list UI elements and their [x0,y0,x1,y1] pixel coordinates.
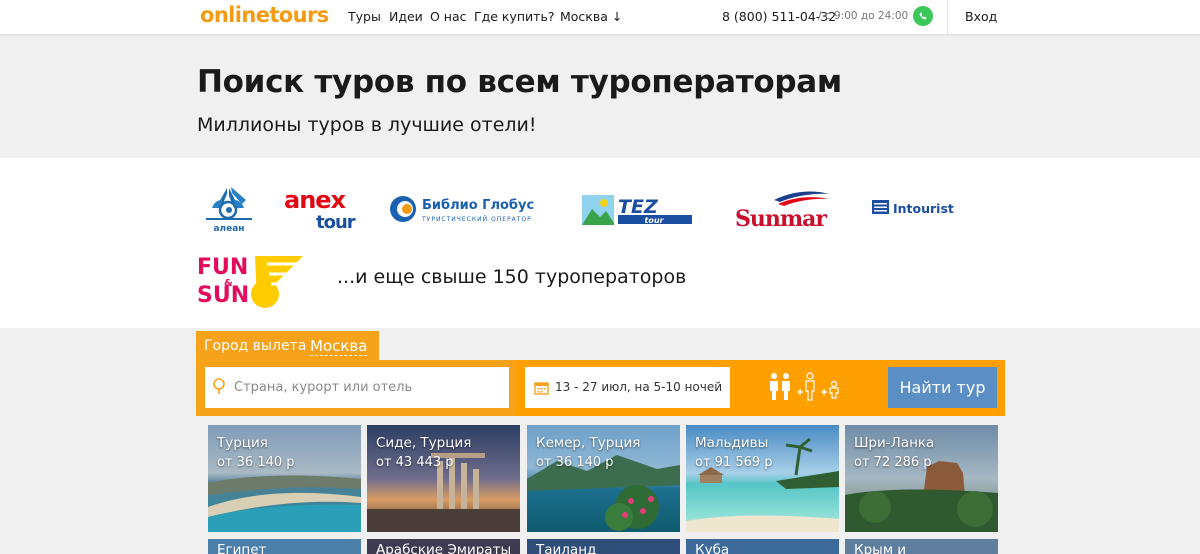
destination-price: от 36 140 р [536,455,614,470]
alean-logo-text: алеан [213,224,244,234]
destination-name: Турция [217,435,268,451]
destination-name: Арабские Эмираты [376,542,512,554]
destination-name: Таиланд [536,542,597,554]
operators-section: алеан anex tour Библио Глобус ТУРИСТИЧЕС… [0,158,1200,328]
destination-card-turkey[interactable]: Турция от 36 140 р [208,425,361,532]
destination-card-sri-lanka[interactable]: Шри-Ланка от 72 286 р [845,425,998,532]
biblio-globus-logo: Библио Глобус ТУРИСТИЧЕСКИЙ ОПЕРАТОР [390,196,534,223]
nav-tours[interactable]: Туры [348,9,381,24]
site-logo[interactable]: onlinetours [200,3,329,27]
nav-about[interactable]: О нас [430,9,467,24]
biblio-globus-text: Библио Глобус [422,198,534,213]
destination-card-side[interactable]: Сиде, Турция от 43 443 р [367,425,520,532]
travelers-icon[interactable] [766,372,846,402]
alean-logo: алеан [206,187,252,234]
sunmar-logo-text: Sunmar [735,206,827,232]
phone-hours: / с 9:00 до 24:00 [818,10,909,22]
nav-city-select[interactable]: Москва ↓ [560,9,622,24]
tez-logo-text: TEZ [618,196,659,218]
calendar-icon [534,382,549,395]
fun-and-sun-logo: FUN SUN & [197,255,303,308]
departure-city-label: Город вылета [204,338,307,354]
page-subtitle: Миллионы туров в лучшие отели! [197,114,537,136]
tez-tour-logo: TEZ tour [582,195,692,225]
destination-card-thailand[interactable]: Таиланд [527,539,680,554]
destination-card-kemer[interactable]: Кемер, Турция от 36 140 р [527,425,680,532]
whatsapp-icon[interactable] [913,6,933,26]
destination-price: от 36 140 р [217,455,295,470]
departure-city-select[interactable]: Москва [310,337,368,356]
destination-card-crimea[interactable]: Крым и [845,539,998,554]
destination-name: Шри-Ланка [854,435,935,451]
destinations-grid: Турция от 36 140 р Сиде, Турция от 43 44… [0,416,1200,554]
dates-picker[interactable]: 13 - 27 июл, на 5-10 ночей [525,367,730,408]
sunmar-logo: Sunmar [735,191,830,232]
destination-name: Сиде, Турция [376,435,472,451]
destination-name: Кемер, Турция [536,435,641,451]
top-header: onlinetours Туры Идеи О нас Где купить? … [0,0,1200,34]
hero-section: Поиск туров по всем туроператорам Миллио… [0,34,1200,158]
dates-value: 13 - 27 июл, на 5-10 ночей [555,380,723,394]
search-section: Город вылета Москва 13 - 27 июл, на 5-10… [0,328,1200,416]
destination-price: от 43 443 р [376,455,454,470]
destination-name: Куба [695,542,730,554]
find-tour-button[interactable]: Найти тур [888,367,997,408]
more-operators-text: ...и еще свыше 150 туроператоров [337,266,687,288]
fun-logo-text: FUN [197,255,248,280]
destination-card-cuba[interactable]: Куба [686,539,839,554]
ampersand-text: & [224,278,233,289]
destination-name: Египет [217,542,267,554]
intourist-logo: Intourist [872,200,954,216]
destination-card-uae[interactable]: Арабские Эмираты [367,539,520,554]
location-pin-icon [213,378,225,394]
anex-tour-logo: anex tour [284,186,357,232]
tez-tour-text: tour [645,216,665,225]
page-title: Поиск туров по всем туроператорам [197,64,842,100]
biblio-globus-tagline: ТУРИСТИЧЕСКИЙ ОПЕРАТОР [421,216,532,223]
nav-where-to-buy[interactable]: Где купить? [474,9,554,24]
destination-price: от 91 569 р [695,455,773,470]
destination-card-egypt[interactable]: Египет [208,539,361,554]
destination-name: Крым и [854,542,907,554]
destination-price: от 72 286 р [854,455,932,470]
nav-ideas[interactable]: Идеи [389,9,423,24]
anex-logo-text: anex [284,186,347,214]
intourist-logo-text: Intourist [893,201,954,216]
destination-name: Мальдивы [695,435,769,451]
header-divider [947,0,948,34]
anex-tour-text: tour [316,212,356,232]
departure-city-tab: Город вылета Москва [196,331,379,363]
search-bar: 13 - 27 июл, на 5-10 ночей Найти тур [196,360,1005,416]
destination-card-maldives[interactable]: Мальдивы от 91 569 р [686,425,839,532]
destination-input[interactable] [205,367,509,408]
login-link[interactable]: Вход [965,9,997,24]
